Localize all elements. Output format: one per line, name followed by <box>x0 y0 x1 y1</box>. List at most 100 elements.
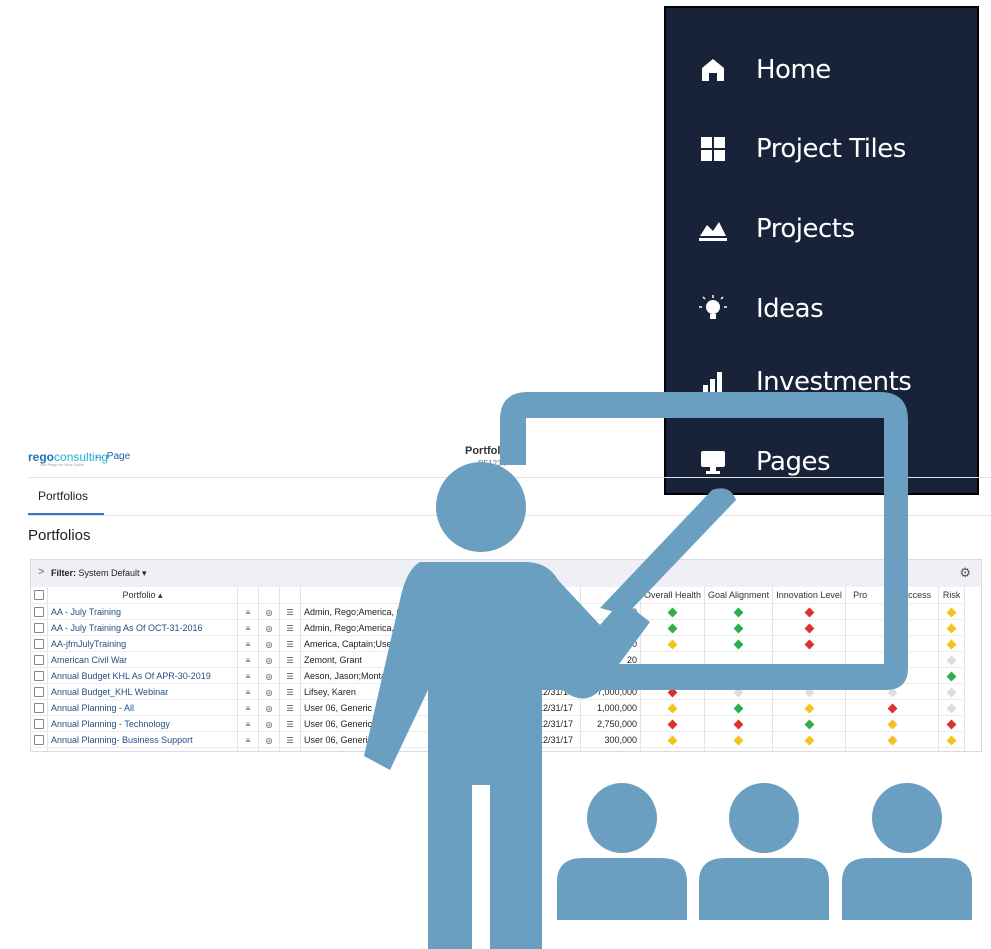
target-icon-cell: ◎ <box>258 635 280 652</box>
grid-icon[interactable]: ☰ <box>283 672 297 681</box>
grid-icon-cell: ☰ <box>279 619 301 636</box>
portfolio-link[interactable]: American Civil War <box>47 651 238 668</box>
grid-icon[interactable]: ☰ <box>283 752 297 753</box>
row-checkbox[interactable] <box>34 654 44 665</box>
probability-success-indicator-icon <box>887 623 898 634</box>
list-icon[interactable]: ≡ <box>241 720 255 729</box>
tab-portfolios[interactable]: Portfolios <box>38 489 88 503</box>
col-overall-health[interactable]: Overall Health <box>640 587 706 604</box>
grid-icon[interactable]: ☰ <box>283 608 297 617</box>
risk-indicator-icon <box>946 623 957 634</box>
portfolio-link[interactable]: Annual Planning- Business Support <box>47 731 238 748</box>
col-innovation-level[interactable]: Innovation Level <box>772 587 847 604</box>
list-icon[interactable]: ≡ <box>241 704 255 713</box>
grid-icon[interactable]: ☰ <box>283 720 297 729</box>
row-select-cell <box>31 619 48 636</box>
row-select-cell <box>31 731 48 748</box>
row-checkbox[interactable] <box>34 622 44 633</box>
portfolio-link[interactable]: AA - July Training <box>47 603 238 620</box>
list-icon[interactable]: ≡ <box>241 736 255 745</box>
row-checkbox[interactable] <box>34 670 44 681</box>
list-icon[interactable]: ≡ <box>241 656 255 665</box>
col-icon-3 <box>279 587 301 604</box>
row-checkbox[interactable] <box>34 638 44 649</box>
overall-health-cell <box>640 651 706 668</box>
portfolio-link[interactable]: AA - July Training As Of OCT-31-2016 <box>47 619 238 636</box>
target-icon[interactable]: ◎ <box>262 624 276 633</box>
table-row[interactable]: AA - July Training As Of OCT-31-2016 ≡ ◎ ☰ A… <box>31 619 966 636</box>
select-all-cell <box>31 587 48 604</box>
innovation-level-cell <box>772 699 847 716</box>
col-risk[interactable]: Risk <box>938 587 966 604</box>
col-probability-success[interactable]: Pro of Success <box>845 587 940 604</box>
table-row[interactable]: Annual Budget KHL As Of APR-30-2019 ≡ ◎ ☰ Ae… <box>31 667 966 684</box>
chevron-right-icon[interactable]: > <box>38 566 44 578</box>
list-icon[interactable]: ≡ <box>241 672 255 681</box>
blank-cell: 7 <box>450 731 531 748</box>
goal-alignment-cell <box>704 683 774 700</box>
portfolio-link[interactable]: Annual Budget_KHL Webinar <box>47 683 238 700</box>
portfolio-link[interactable]: Annual Budget KHL As Of APR-30-2019 <box>47 667 238 684</box>
col-finish[interactable]: Finish <box>530 587 581 604</box>
target-icon[interactable]: ◎ <box>262 704 276 713</box>
table-row[interactable]: Annual Planning- Business Support ≡ ◎ ☰ User… <box>31 731 966 748</box>
grid-icon[interactable]: ☰ <box>283 736 297 745</box>
target-icon[interactable]: ◎ <box>262 688 276 697</box>
grid-icon[interactable]: ☰ <box>283 624 297 633</box>
risk-cell <box>938 603 966 620</box>
target-icon[interactable]: ◎ <box>262 672 276 681</box>
target-icon[interactable]: ◎ <box>262 656 276 665</box>
grid-icon[interactable]: ☰ <box>283 656 297 665</box>
goal-alignment-cell <box>704 603 774 620</box>
goal-alignment-indicator-icon <box>733 703 744 714</box>
section-title: Portfolios <box>28 527 91 544</box>
grid-icon[interactable]: ☰ <box>283 688 297 697</box>
target-icon[interactable]: ◎ <box>262 720 276 729</box>
gear-icon[interactable]: ⚙ <box>959 565 971 581</box>
filter-selector[interactable]: Filter: System Default ▾ <box>51 568 147 579</box>
row-checkbox[interactable] <box>34 606 44 617</box>
table-row[interactable]: Automate Processes≡ ◎ ☰Thompson, Peter 12/3… <box>31 747 966 753</box>
portfolio-link[interactable]: AA-jfmJulyTraining <box>47 635 238 652</box>
col-managers[interactable]: Manag <box>300 587 451 604</box>
back-link[interactable]: ← Page <box>94 451 130 462</box>
row-checkbox[interactable] <box>34 718 44 729</box>
blank-cell <box>450 635 531 652</box>
table-row[interactable]: AA - July Training ≡ ◎ ☰ Admin, Rego;America… <box>31 603 966 620</box>
table-row[interactable]: AA-jfmJulyTraining ≡ ◎ ☰ America, Captain;Us… <box>31 635 966 652</box>
row-checkbox[interactable] <box>34 686 44 697</box>
target-icon[interactable]: ◎ <box>262 752 276 753</box>
list-icon[interactable]: ≡ <box>241 688 255 697</box>
table-row[interactable]: American Civil War ≡ ◎ ☰ Zemont, Grant 6 20 <box>31 651 966 668</box>
portfolio-link[interactable]: Annual Planning - Technology <box>47 715 238 732</box>
col-portfolio[interactable]: Portfolio ▴ <box>47 587 238 604</box>
row-checkbox[interactable] <box>34 702 44 713</box>
grid-icon[interactable]: ☰ <box>283 704 297 713</box>
table-row[interactable]: Annual Planning - Technology ≡ ◎ ☰ User 06, … <box>31 715 966 732</box>
col-cost[interactable]: ost <box>580 587 641 604</box>
row-checkbox[interactable] <box>34 734 44 745</box>
table-row[interactable]: Annual Planning - All ≡ ◎ ☰ User 06, Generic… <box>31 699 966 716</box>
target-icon[interactable]: ◎ <box>262 640 276 649</box>
target-icon[interactable]: ◎ <box>262 608 276 617</box>
list-icon[interactable]: ≡ <box>241 624 255 633</box>
col-goal-alignment[interactable]: Goal Alignment <box>704 587 774 604</box>
filter-prefix: Filter: <box>51 568 77 578</box>
target-icon[interactable]: ◎ <box>262 736 276 745</box>
row-checkbox[interactable] <box>34 750 44 751</box>
list-icon[interactable]: ≡ <box>241 752 255 753</box>
innovation-level-indicator-icon <box>804 735 815 746</box>
portfolio-link[interactable]: Annual Planning - All <box>47 699 238 716</box>
risk-cell <box>938 651 966 668</box>
grid-icon[interactable]: ☰ <box>283 640 297 649</box>
list-icon[interactable]: ≡ <box>241 608 255 617</box>
managers-cell: Aeson, Jason;Monta s <box>300 667 451 684</box>
portfolio-link[interactable]: Automate Processes <box>47 747 238 751</box>
risk-indicator-icon <box>946 687 957 698</box>
grid-icon-cell: ☰ <box>279 715 301 732</box>
list-icon[interactable]: ≡ <box>241 640 255 649</box>
table-row[interactable]: Annual Budget_KHL Webinar ≡ ◎ ☰ Lifsey, Kare… <box>31 683 966 700</box>
grid-icon-cell: ☰ <box>279 747 301 753</box>
select-all-checkbox[interactable] <box>34 590 44 601</box>
home-icon <box>696 53 730 87</box>
